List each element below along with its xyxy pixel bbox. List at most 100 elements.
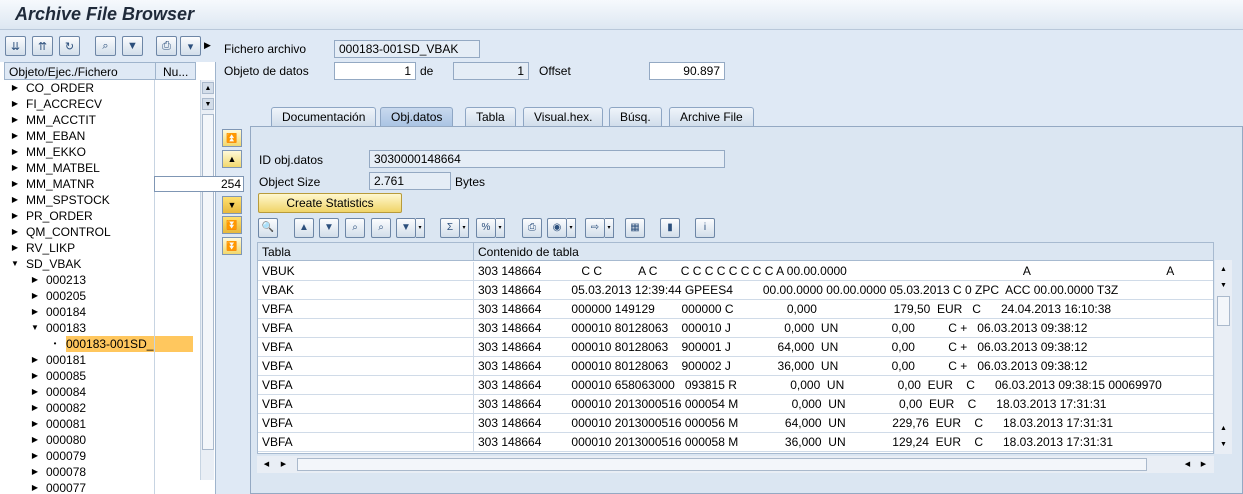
tree-item[interactable]: ▶ MM_EKKO (4, 144, 200, 160)
expand-triangle-icon[interactable]: ▶ (10, 240, 20, 256)
tree-item[interactable]: • 000183-001SD_ (4, 336, 200, 352)
expand-triangle-icon[interactable]: ▶ (10, 176, 20, 192)
expand-triangle-icon[interactable]: ▶ (10, 112, 20, 128)
find-icon[interactable]: ⌕ (345, 218, 365, 238)
table-row[interactable]: VBFA 303 148664 000010 2013000516 000058 … (258, 433, 1213, 452)
column-separator[interactable] (155, 63, 156, 79)
grid-horizontal-scrollbar[interactable]: ◀ ▶ ◀ ▶ (257, 456, 1214, 473)
tree-item[interactable]: ▶ 000078 (4, 464, 200, 480)
scroll-thumb[interactable] (1217, 296, 1230, 326)
table-row[interactable]: VBUK 303 148664 C C A C C C C C C C C C A… (258, 262, 1213, 281)
expand-triangle-icon[interactable]: ▶ (30, 448, 40, 464)
column-contenido[interactable]: Contenido de tabla (478, 245, 579, 259)
collapse-all-icon[interactable]: ⇈ (32, 36, 53, 56)
scroll-down-icon[interactable]: ▼ (1217, 279, 1230, 292)
last-object-icon[interactable]: ⏬ (222, 237, 242, 255)
tree-item[interactable]: ▶ 000181 (4, 352, 200, 368)
refresh-icon[interactable]: ↻ (59, 36, 80, 56)
scroll-right-icon[interactable]: ▶ (1197, 458, 1210, 471)
expand-triangle-icon[interactable]: ▶ (10, 128, 20, 144)
create-statistics-button[interactable]: Create Statistics (258, 193, 402, 213)
tree-item[interactable]: ▶ 000081 (4, 416, 200, 432)
expand-triangle-icon[interactable]: ▶ (30, 432, 40, 448)
subtotal-icon[interactable]: % (476, 218, 496, 238)
expand-triangle-icon[interactable]: ▶ (10, 224, 20, 240)
tree-item[interactable]: ▶ 000082 (4, 400, 200, 416)
scroll-up-icon[interactable]: ▲ (202, 82, 214, 94)
expand-triangle-icon[interactable]: ▶ (10, 80, 20, 96)
tree-item[interactable]: ▶ CO_ORDER (4, 80, 200, 96)
expand-triangle-icon[interactable]: ▶ (30, 352, 40, 368)
export-icon[interactable]: ⇨ (585, 218, 605, 238)
table-row[interactable]: VBFA 303 148664 000000 149129 000000 C 0,… (258, 300, 1213, 319)
scroll-right-icon[interactable]: ▶ (277, 458, 290, 471)
tree-item[interactable]: ▶ QM_CONTROL (4, 224, 200, 240)
scroll-left-icon[interactable]: ◀ (1181, 458, 1194, 471)
tree-item[interactable]: ▶ 000079 (4, 448, 200, 464)
table-row[interactable]: VBAK 303 148664 05.03.2013 12:39:44 GPEES… (258, 281, 1213, 300)
collapse-triangle-icon[interactable]: ▼ (10, 256, 20, 272)
table-row[interactable]: VBFA 303 148664 000010 80128063 900001 J … (258, 338, 1213, 357)
views-dropdown-icon[interactable]: ▾ (567, 218, 576, 238)
tree-item[interactable]: ▶ 000084 (4, 384, 200, 400)
expand-triangle-icon[interactable]: ▶ (10, 208, 20, 224)
tree-item[interactable]: ▼ SD_VBAK (4, 256, 200, 272)
sum-dropdown-icon[interactable]: ▾ (460, 218, 469, 238)
tab-obj-datos[interactable]: Obj.datos (380, 107, 454, 127)
expand-triangle-icon[interactable]: ▶ (30, 400, 40, 416)
tab-busq[interactable]: Búsq. (609, 107, 662, 127)
table-row[interactable]: VBFA 303 148664 000010 2013000516 000056 … (258, 414, 1213, 433)
first-object-icon[interactable]: ⏫ (222, 129, 242, 147)
tree-scrollbar[interactable]: ▲ ▼ (200, 80, 214, 480)
tree-item[interactable]: ▶ MM_SPSTOCK (4, 192, 200, 208)
find-next-icon[interactable]: ⌕ (371, 218, 391, 238)
layout-icon[interactable]: ▦ (625, 218, 645, 238)
expand-triangle-icon[interactable]: ▶ (30, 416, 40, 432)
expand-triangle-icon[interactable]: ▶ (30, 384, 40, 400)
bullet-icon[interactable]: • (50, 336, 60, 352)
info-icon[interactable]: i (695, 218, 715, 238)
more-arrow-icon[interactable]: ▶ (204, 40, 211, 51)
tree-item[interactable]: ▶ 000080 (4, 432, 200, 448)
scroll-thumb[interactable] (297, 458, 1147, 471)
filter-icon[interactable]: ▼ (122, 36, 143, 56)
collapse-triangle-icon[interactable]: ▼ (30, 320, 40, 336)
scroll-up-icon[interactable]: ▲ (1217, 263, 1230, 276)
details-icon[interactable]: 🔍 (258, 218, 278, 238)
tab-tabla[interactable]: Tabla (465, 107, 516, 127)
table-row[interactable]: VBFA 303 148664 000010 658063000 093815 R… (258, 376, 1213, 395)
tree-item[interactable]: ▶ MM_ACCTIT (4, 112, 200, 128)
tab-documentacion[interactable]: Documentación (271, 107, 377, 127)
expand-triangle-icon[interactable]: ▶ (30, 304, 40, 320)
tree-item[interactable]: ▶ 000213 (4, 272, 200, 288)
tree-item[interactable]: ▼ 000183 (4, 320, 200, 336)
print-icon[interactable]: ⎙ (522, 218, 542, 238)
tree-item[interactable]: ▶ 000205 (4, 288, 200, 304)
sort-descending-icon[interactable]: ▼ (319, 218, 339, 238)
filter-dropdown-icon[interactable]: ▾ (416, 218, 425, 238)
tree-item[interactable]: ▶ RV_LIKP (4, 240, 200, 256)
column-number[interactable]: Nu... (163, 65, 188, 79)
tree-item[interactable]: ▶ FI_ACCRECV (4, 96, 200, 112)
scroll-left-icon[interactable]: ◀ (260, 458, 273, 471)
expand-triangle-icon[interactable]: ▶ (30, 368, 40, 384)
tree-item[interactable]: ▶ 000077 (4, 480, 200, 494)
tab-archive-file[interactable]: Archive File (669, 107, 754, 127)
print-dropdown-icon[interactable]: ▾ (180, 36, 201, 56)
subtotal-dropdown-icon[interactable]: ▾ (496, 218, 505, 238)
column-separator[interactable] (473, 243, 474, 261)
expand-triangle-icon[interactable]: ▶ (10, 192, 20, 208)
expand-triangle-icon[interactable]: ▶ (10, 144, 20, 160)
expand-triangle-icon[interactable]: ▶ (30, 480, 40, 494)
tab-visual-hex[interactable]: Visual.hex. (523, 107, 604, 127)
next-page-icon[interactable]: ⏬ (222, 216, 242, 234)
print-icon[interactable]: ⎙ (156, 36, 177, 56)
grid-vertical-scrollbar[interactable]: ▲ ▼ ▲ ▼ (1215, 260, 1232, 454)
column-tabla[interactable]: Tabla (262, 245, 291, 259)
table-row[interactable]: VBFA 303 148664 000010 80128063 000010 J … (258, 319, 1213, 338)
sort-ascending-icon[interactable]: ▲ (294, 218, 314, 238)
scroll-down-icon[interactable]: ▼ (1217, 438, 1230, 451)
expand-triangle-icon[interactable]: ▶ (30, 272, 40, 288)
tree-item[interactable]: ▶ 000085 (4, 368, 200, 384)
scroll-thumb[interactable] (202, 114, 214, 450)
